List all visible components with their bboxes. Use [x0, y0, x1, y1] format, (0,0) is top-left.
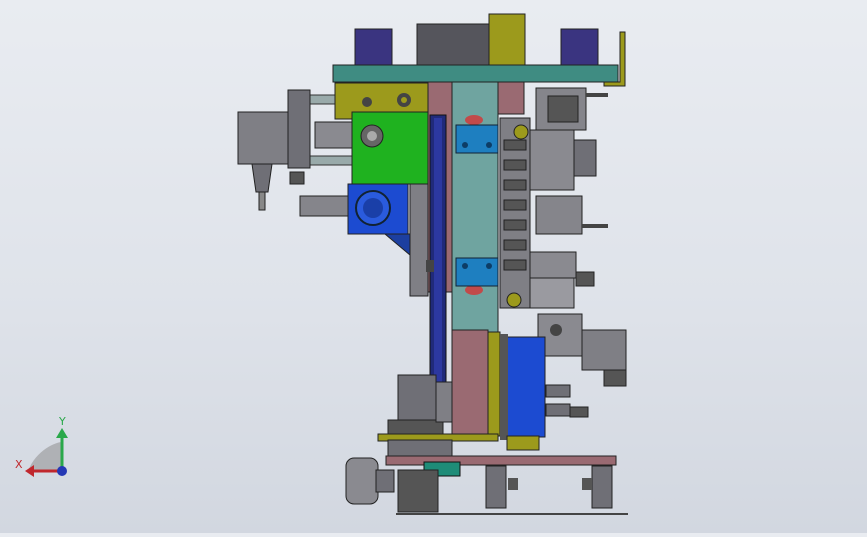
motor-flange — [314, 121, 354, 149]
pink-base-plate — [385, 455, 617, 466]
feet — [345, 457, 628, 515]
top-assembly — [332, 13, 626, 87]
column-clamp-upper — [455, 124, 499, 154]
triad-y-arrow — [56, 428, 68, 438]
blue-lower-block — [502, 336, 546, 438]
triad-z-dot — [57, 466, 67, 476]
solenoid-lower — [535, 195, 583, 235]
lower-left-arm — [435, 381, 453, 423]
cylinder-right — [529, 251, 577, 279]
wheel — [345, 457, 379, 505]
motor-nozzle-tip — [258, 191, 266, 211]
orientation-triad: X Y — [15, 415, 68, 477]
gray-base-deck — [387, 439, 453, 457]
left-cylinder — [299, 195, 349, 217]
solenoid-upper-coil — [547, 95, 579, 123]
clamp-upper-bolt-1 — [462, 142, 468, 148]
clamp-upper-bolt-2 — [486, 142, 492, 148]
top-left-purple-block — [354, 28, 393, 68]
bolt-head-1 — [362, 97, 372, 107]
blue-lower-frame — [500, 334, 508, 440]
wheel-hub — [375, 469, 395, 493]
lower-left-cylinder — [397, 374, 437, 424]
top-olive-block — [488, 13, 526, 67]
green-block-knob-inner — [367, 131, 377, 141]
bolt-head-2-inner — [401, 97, 407, 103]
fitting-lower-1 — [545, 384, 571, 398]
blue-block-wedge — [383, 233, 411, 257]
olive-base-plate-right — [506, 435, 540, 451]
foot-nub-1 — [508, 478, 518, 490]
valve-body-mid — [529, 129, 575, 191]
left-rod-bottom — [307, 155, 354, 166]
solenoid-lower-pin — [582, 224, 608, 228]
triad-x-label: X — [15, 458, 23, 471]
fittings — [503, 139, 527, 271]
foot-nub-2 — [582, 478, 592, 490]
foot-2 — [485, 465, 507, 509]
belt-inner — [434, 118, 442, 412]
fitting-lower-2 — [545, 403, 571, 417]
motor-body — [237, 111, 291, 165]
fitting-lower-3 — [569, 406, 589, 418]
column-lower-olive — [487, 331, 501, 437]
column-lower-pink — [451, 329, 489, 437]
valve-block-lower — [529, 277, 575, 309]
top-right-purple-block — [560, 28, 599, 68]
regulator-port — [550, 324, 562, 336]
top-teal-plate — [332, 64, 619, 83]
column-clamp-lower — [455, 257, 499, 287]
green-block — [351, 111, 431, 185]
motor-mount — [287, 89, 311, 169]
clamp-lower-bolt-1 — [462, 263, 468, 269]
triad-x-arrow — [25, 465, 34, 477]
motor-clamp — [289, 171, 305, 185]
foot-3 — [591, 465, 613, 509]
clamp-lower-bolt-2 — [486, 263, 492, 269]
cylinder-right-end — [575, 271, 595, 287]
connector-box — [581, 329, 627, 371]
foot-1 — [397, 469, 439, 513]
cad-viewport[interactable]: X Y — [0, 0, 867, 533]
model-canvas[interactable]: X Y — [0, 0, 867, 533]
solenoid-upper-pin — [586, 93, 608, 97]
lower-left-assembly — [387, 374, 453, 439]
triad-y-label: Y — [58, 415, 66, 428]
valve-knob-mid — [573, 139, 597, 177]
valve-yellow-ring-top — [513, 124, 529, 140]
motor-nozzle — [251, 163, 273, 193]
belt-tensioner — [426, 260, 434, 272]
top-center-gray-block — [416, 23, 490, 67]
connector-plug — [603, 369, 627, 387]
column-red-top — [465, 115, 483, 125]
blue-block-nut-inner — [363, 198, 383, 218]
column-right-pink — [497, 81, 525, 115]
valve-yellow-ring-bottom — [506, 292, 522, 308]
rail-gray — [409, 183, 429, 297]
